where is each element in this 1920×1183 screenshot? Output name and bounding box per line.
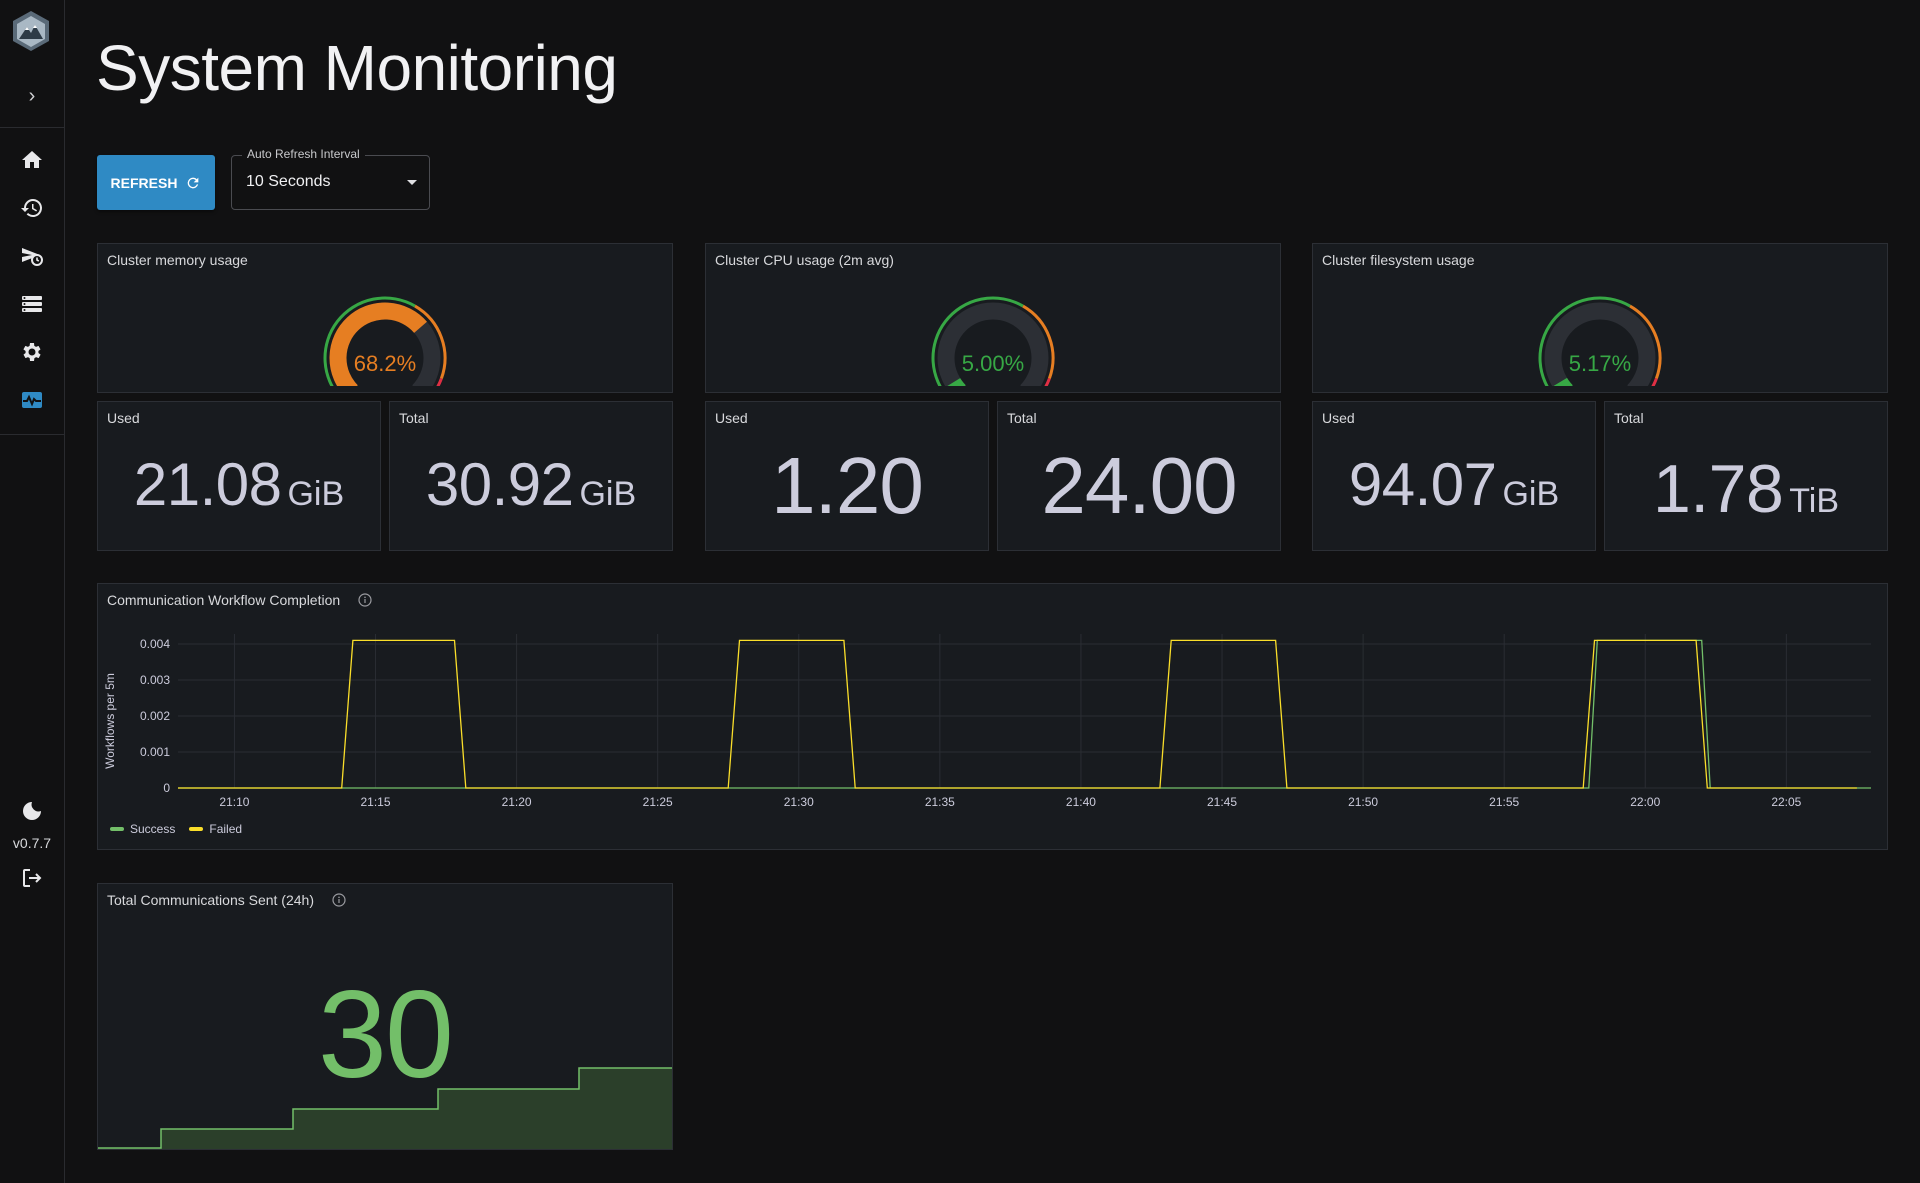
stat-unit: TiB	[1789, 482, 1840, 520]
y-axis-label: Workflows per 5m	[103, 673, 117, 769]
gauge-value-arc	[947, 377, 966, 386]
sidebar: › v0.7.7	[0, 0, 65, 1183]
x-tick-label: 21:10	[219, 795, 249, 809]
x-tick-label: 21:30	[784, 795, 814, 809]
panel-title: Cluster filesystem usage	[1322, 252, 1475, 268]
app-logo[interactable]	[10, 10, 52, 52]
y-tick-label: 0.001	[140, 745, 170, 759]
cpu-total-stat: Total 24.00	[997, 401, 1281, 551]
stat-value: 94.07	[1348, 451, 1497, 518]
memory-used-stat: Used 21.08 GiB	[97, 401, 381, 551]
chart-title: Communication Workflow Completion	[107, 592, 341, 608]
list-icon[interactable]	[20, 292, 44, 316]
series-line-failed	[178, 639, 1857, 789]
sidebar-divider	[0, 434, 64, 435]
total-communications-panel: Total Communications Sent (24h) 30	[97, 883, 673, 1150]
memory-total-stat: Total 30.92 GiB	[389, 401, 673, 551]
x-tick-label: 21:35	[925, 795, 955, 809]
gauge-value-text: 5.17%	[1569, 351, 1631, 376]
stat-label: Total	[1614, 410, 1644, 426]
app-version: v0.7.7	[12, 835, 52, 851]
gauge-value-arc	[1553, 377, 1573, 386]
expand-sidebar-icon[interactable]: ›	[22, 86, 42, 106]
memory-gauge-panel: Cluster memory usage 68.2%	[97, 243, 673, 393]
stat-unit: GiB	[579, 475, 637, 513]
home-icon[interactable]	[20, 148, 44, 172]
stat-label: Used	[1322, 410, 1355, 426]
x-tick-label: 21:20	[502, 795, 532, 809]
x-tick-label: 21:50	[1348, 795, 1378, 809]
refresh-button[interactable]: REFRESH	[97, 155, 215, 210]
y-tick-label: 0.002	[140, 709, 170, 723]
filesystem-total-stat: Total 1.78 TiB	[1604, 401, 1888, 551]
stat-value: 30.92	[425, 451, 574, 518]
scheduled-send-icon[interactable]	[20, 244, 44, 268]
dark-mode-icon[interactable]	[20, 799, 44, 823]
series-line-success	[178, 639, 1871, 789]
legend-label: Failed	[209, 822, 243, 836]
y-tick-label: 0.003	[140, 673, 170, 687]
filesystem-gauge: 5.17%	[1538, 296, 1662, 386]
workflow-chart: 21:10 21:15 21:20 21:25 21:30 21:35 21:40 21:45…	[103, 634, 1871, 809]
legend-label: Success	[130, 822, 176, 836]
panel-title: Communication Workflow Completion	[107, 592, 372, 608]
filesystem-used-stat: Used 94.07 GiB	[1312, 401, 1596, 551]
x-tick-label: 21:45	[1207, 795, 1237, 809]
sidebar-divider	[0, 127, 64, 128]
cpu-gauge-panel: Cluster CPU usage (2m avg) 5.00%	[705, 243, 1281, 393]
chart-legend: Success Failed	[110, 822, 242, 836]
history-icon[interactable]	[20, 196, 44, 220]
page-title: System Monitoring	[96, 32, 618, 104]
legend-swatch	[110, 827, 124, 831]
workflow-chart-panel: Communication Workflow Completion 21:10 2…	[97, 583, 1888, 850]
monitoring-icon[interactable]	[20, 388, 44, 412]
auto-refresh-select[interactable]: Auto Refresh Interval 10 Seconds	[231, 147, 430, 210]
legend-swatch	[189, 827, 204, 831]
cpu-used-stat: Used 1.20	[705, 401, 989, 551]
filesystem-gauge-panel: Cluster filesystem usage 5.17%	[1312, 243, 1888, 393]
stat-unit: GiB	[287, 475, 345, 513]
logout-icon[interactable]	[20, 866, 44, 890]
gear-icon[interactable]	[20, 340, 44, 364]
y-tick-label: 0	[163, 781, 170, 795]
cpu-gauge: 5.00%	[931, 296, 1055, 386]
auto-refresh-legend: Auto Refresh Interval	[242, 147, 365, 161]
stat-unit: GiB	[1502, 475, 1560, 513]
panel-title: Cluster CPU usage (2m avg)	[715, 252, 894, 268]
legend-item-success[interactable]: Success	[110, 822, 175, 836]
panel-title: Cluster memory usage	[107, 252, 248, 268]
stat-label: Total	[399, 410, 429, 426]
caret-down-icon	[407, 180, 417, 185]
stat-label: Total	[1007, 410, 1037, 426]
x-tick-label: 21:25	[643, 795, 673, 809]
stat-label: Used	[107, 410, 140, 426]
gauge-value-text: 68.2%	[354, 351, 416, 376]
stat-value: 21.08	[133, 451, 282, 518]
y-tick-label: 0.004	[140, 637, 170, 651]
x-tick-label: 21:55	[1489, 795, 1519, 809]
total-value: 30	[318, 966, 454, 1104]
refresh-button-label: REFRESH	[110, 174, 178, 191]
gauge-value-text: 5.00%	[962, 351, 1024, 376]
memory-gauge: 68.2%	[323, 296, 447, 386]
x-tick-label: 22:05	[1771, 795, 1801, 809]
refresh-icon	[188, 177, 199, 188]
x-tick-label: 21:15	[361, 795, 391, 809]
stat-value: 1.20	[771, 441, 924, 530]
x-tick-label: 21:40	[1066, 795, 1096, 809]
stat-value: 24.00	[1041, 441, 1237, 530]
auto-refresh-value: 10 Seconds	[246, 173, 331, 190]
info-icon[interactable]	[358, 593, 372, 607]
x-tick-label: 22:00	[1630, 795, 1660, 809]
stat-label: Used	[715, 410, 748, 426]
legend-item-failed[interactable]: Failed	[189, 822, 242, 836]
stat-value: 1.78	[1652, 451, 1784, 527]
